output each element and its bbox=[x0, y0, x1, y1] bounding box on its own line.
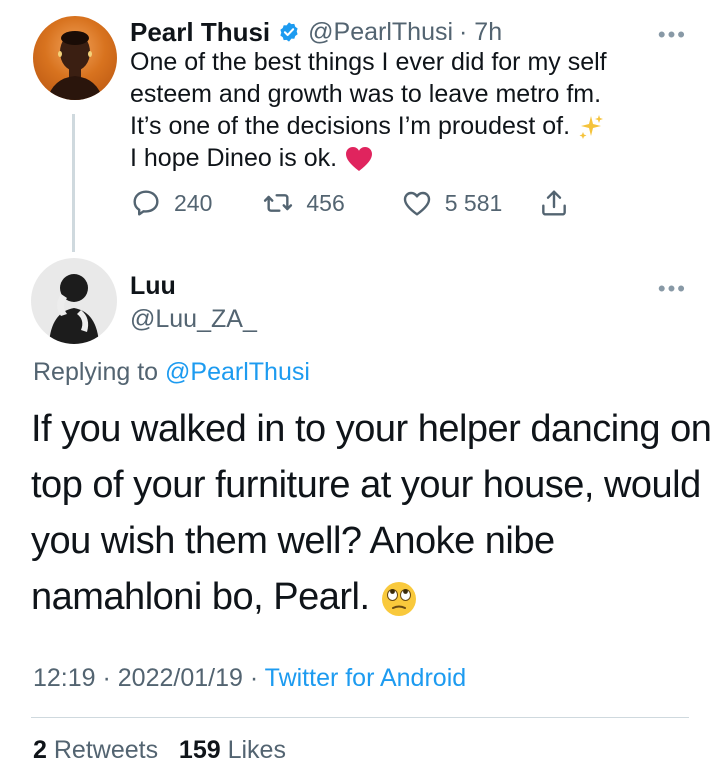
retweet-action[interactable]: 456 bbox=[262, 187, 345, 219]
share-icon bbox=[542, 190, 567, 216]
reply-tweet-text: If you walked in to your helper dancing … bbox=[31, 401, 712, 625]
avatar-portrait-image bbox=[47, 31, 103, 100]
avatar-figure-image bbox=[49, 274, 99, 344]
parent-text-line-3: It’s one of the decisions I’m proudest o… bbox=[130, 112, 571, 140]
parent-text-line: One of the best things I ever did for my… bbox=[130, 48, 607, 76]
parent-tweet-actions: 240 456 5 581 bbox=[130, 187, 570, 219]
eye-roll-emoji-icon bbox=[381, 581, 416, 616]
reply-text-line: If you walked in to your helper dancing … bbox=[31, 408, 712, 450]
retweets-label: Retweets bbox=[53, 736, 159, 764]
likes-label: Likes bbox=[227, 736, 286, 764]
reply-count: 240 bbox=[174, 189, 213, 216]
like-action[interactable]: 5 581 bbox=[401, 187, 503, 219]
reply-tweet-meta: 12:19 · 2022/01/19 · Twitter for Android bbox=[33, 664, 467, 692]
engagement-stats: 2 Retweets 159 Likes bbox=[33, 736, 286, 765]
likes-stat[interactable]: 159 Likes bbox=[179, 736, 286, 764]
replying-to-line: Replying to @PearlThusi bbox=[33, 358, 310, 387]
parent-tweet-text: One of the best things I ever did for my… bbox=[130, 46, 700, 174]
retweets-stat[interactable]: 2 Retweets bbox=[33, 736, 158, 764]
likes-count: 159 bbox=[178, 736, 221, 764]
divider bbox=[31, 717, 689, 718]
reply-text-line: you wish them well? Anoke nibe bbox=[31, 520, 555, 562]
replying-to-link[interactable]: @PearlThusi bbox=[165, 358, 310, 386]
parent-text-line: It’s one of the decisions I’m proudest o… bbox=[130, 110, 700, 142]
share-action[interactable] bbox=[538, 187, 570, 219]
like-count: 5 581 bbox=[444, 189, 503, 216]
reply-author-handle[interactable]: @Luu_ZA_ bbox=[130, 305, 257, 334]
parent-author-handle[interactable]: @PearlThusi bbox=[308, 18, 453, 47]
tweet-source-link[interactable]: Twitter for Android bbox=[265, 664, 466, 692]
tweet-time: 12:19 bbox=[33, 664, 96, 692]
more-dots-icon[interactable]: ••• bbox=[658, 22, 687, 48]
reply-action[interactable]: 240 bbox=[130, 187, 212, 219]
avatar-luu[interactable] bbox=[31, 258, 117, 344]
avatar-pearl-thusi[interactable] bbox=[33, 16, 117, 100]
reply-text-line: top of your furniture at your house, wou… bbox=[31, 464, 701, 506]
verified-badge-icon bbox=[280, 22, 298, 42]
parent-text-line: I hope Dineo is ok. bbox=[130, 142, 700, 174]
reply-text-line-4: namahloni bo, Pearl. bbox=[31, 576, 370, 618]
retweet-icon bbox=[264, 194, 293, 212]
speech-bubble-icon bbox=[133, 190, 159, 216]
parent-text-line: esteem and growth was to leave metro fm. bbox=[130, 80, 602, 108]
tweet-date: 2022/01/19 bbox=[117, 664, 243, 692]
heart-icon bbox=[403, 191, 430, 216]
red-heart-emoji-icon bbox=[346, 147, 373, 172]
thread-connector-line bbox=[72, 114, 75, 252]
reply-text-line: namahloni bo, Pearl. bbox=[31, 569, 701, 625]
parent-tweet-time[interactable]: · 7h bbox=[459, 18, 502, 47]
retweets-count: 2 bbox=[33, 736, 47, 764]
parent-text-line-4: I hope Dineo is ok. bbox=[130, 144, 338, 172]
retweet-count: 456 bbox=[306, 189, 345, 216]
reply-author-name[interactable]: Luu bbox=[130, 272, 176, 301]
replying-to-prefix: Replying to bbox=[33, 358, 159, 386]
more-dots-icon[interactable]: ••• bbox=[658, 276, 687, 302]
parent-author-name[interactable]: Pearl Thusi bbox=[130, 17, 270, 48]
sparkles-emoji-icon bbox=[579, 115, 604, 140]
